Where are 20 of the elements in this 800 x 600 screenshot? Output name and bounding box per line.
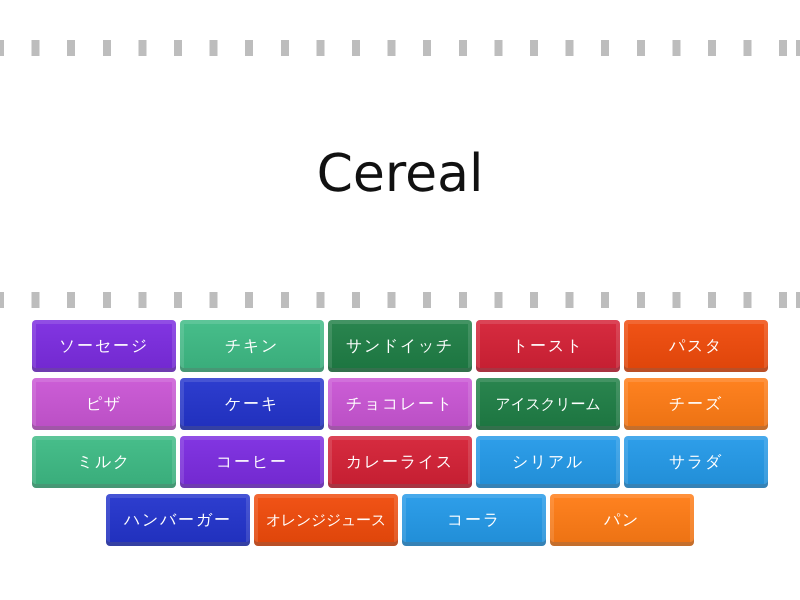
answer-tile[interactable]: ミルク [32,436,176,488]
answer-tile[interactable]: ケーキ [180,378,324,430]
answer-tile[interactable]: サラダ [624,436,768,488]
answer-tile[interactable]: アイスクリーム [476,378,620,430]
answer-tile[interactable]: チーズ [624,378,768,430]
answer-tile[interactable]: パスタ [624,320,768,372]
prompt-word: Cereal [316,143,484,206]
answer-tile[interactable]: コーラ [402,494,546,546]
answer-tile[interactable]: トースト [476,320,620,372]
answer-tile[interactable]: チョコレート [328,378,472,430]
answer-tile[interactable]: チキン [180,320,324,372]
answer-tile[interactable]: パン [550,494,694,546]
answer-tile[interactable]: ソーセージ [32,320,176,372]
answer-tile[interactable]: オレンジジュース [254,494,398,546]
answer-tile[interactable]: コーヒー [180,436,324,488]
answer-tile[interactable]: シリアル [476,436,620,488]
answer-tile[interactable]: カレーライス [328,436,472,488]
answer-tile[interactable]: サンドイッチ [328,320,472,372]
answer-tile[interactable]: ハンバーガー [106,494,250,546]
answer-tile[interactable]: ピザ [32,378,176,430]
